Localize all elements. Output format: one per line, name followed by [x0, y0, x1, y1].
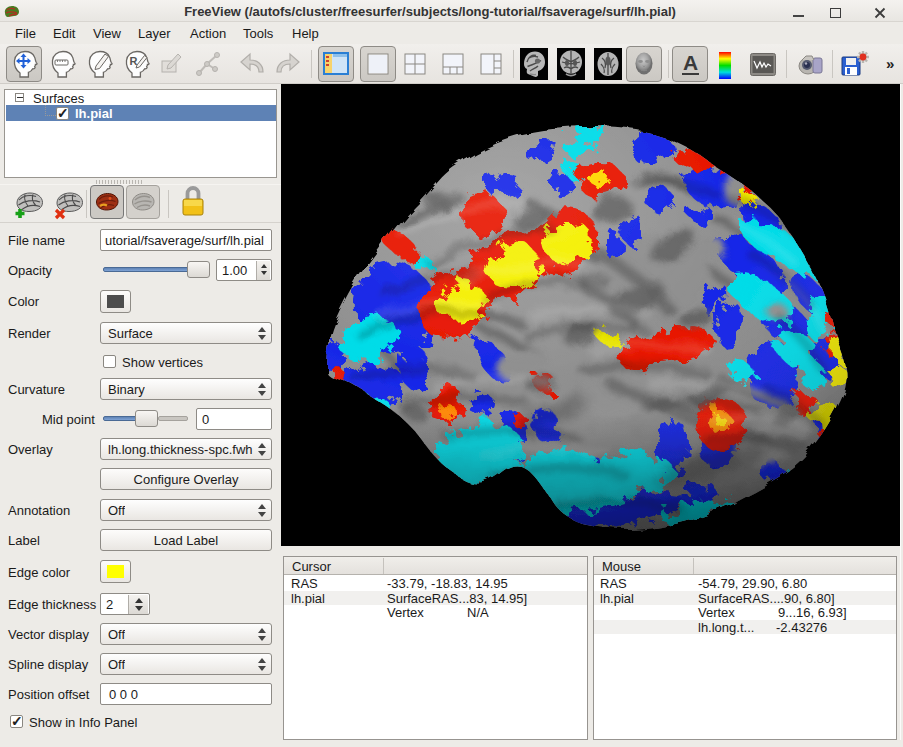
svg-text:R: R — [130, 55, 138, 67]
